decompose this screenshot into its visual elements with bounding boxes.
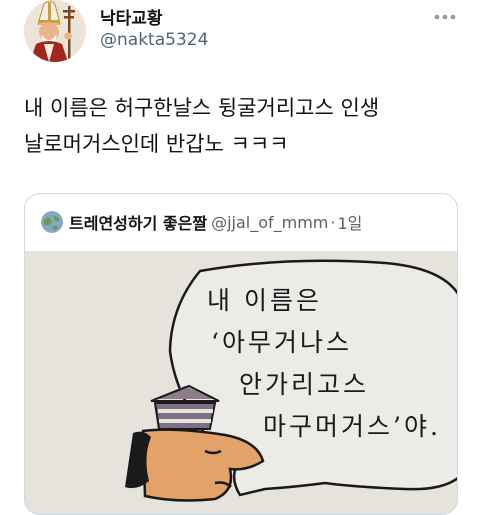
quote-header: 트레연성하기 좋은짤 @jjal_of_mmm · 1일 <box>41 210 362 234</box>
bubble-line-4: 마구머거스’야. <box>263 412 441 441</box>
tweet-text: 내 이름은 허구한날스 뒹굴거리고스 인생 날로머거스인데 반갑노 ㅋㅋㅋ <box>24 90 464 162</box>
tweet-line-2: 날로머거스인데 반갑노 ㅋㅋㅋ <box>24 132 289 156</box>
bubble-line-3: 안가리고스 <box>239 370 370 399</box>
author-avatar[interactable] <box>24 0 86 62</box>
quote-cartoon-image[interactable]: 내 이름은 ‘아무거나스 안가리고스 마구머거스’야. <box>25 251 457 514</box>
more-horizontal-icon[interactable] <box>434 2 456 27</box>
tweet-line-1: 내 이름은 허구한날스 뒹굴거리고스 인생 <box>24 96 380 120</box>
author-name[interactable]: 낙타교황 <box>100 4 163 29</box>
bubble-line-2: ‘아무거나스 <box>211 328 352 357</box>
more-dots-glyph <box>434 14 456 20</box>
quote-tweet-card[interactable]: 트레연성하기 좋은짤 @jjal_of_mmm · 1일 내 이름은 ‘아무거나… <box>24 193 458 515</box>
quote-avatar[interactable] <box>41 211 63 233</box>
quote-timestamp[interactable]: 1일 <box>337 210 362 234</box>
quote-author-name[interactable]: 트레연성하기 좋은짤 <box>69 210 207 234</box>
globe-avatar-image <box>41 211 63 233</box>
bubble-line-1: 내 이름은 <box>207 286 322 315</box>
quote-author-handle[interactable]: @jjal_of_mmm <box>211 213 328 232</box>
pope-avatar-image <box>24 0 86 62</box>
author-handle[interactable]: @nakta5324 <box>100 30 208 50</box>
quote-separator: · <box>330 212 336 232</box>
